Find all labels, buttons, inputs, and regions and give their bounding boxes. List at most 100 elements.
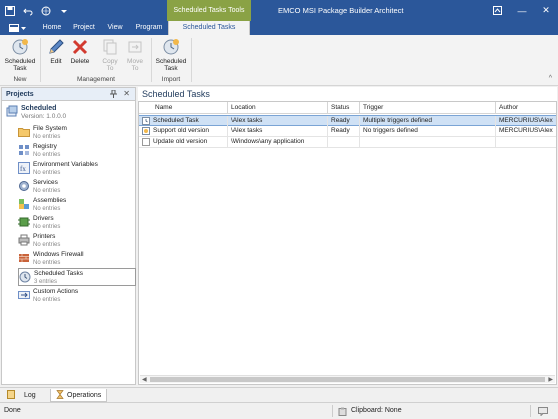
cell-author [496,137,556,147]
close-button[interactable]: ✕ [534,0,558,21]
scroll-right-icon[interactable]: ▶ [548,376,553,384]
project-icon [6,105,18,117]
project-version: Version: 1.0.0.0 [21,113,67,120]
project-root[interactable]: Scheduled Version: 1.0.0.0 [6,105,66,121]
node-title: Custom Actions [33,288,79,295]
pin-icon[interactable] [110,89,117,100]
move-to-button[interactable]: Move To [122,37,148,72]
new-scheduled-task-button[interactable]: Scheduled Task [3,37,37,72]
tab-program[interactable]: Program [132,21,166,35]
delete-button[interactable]: Delete [68,37,92,65]
column-header-name[interactable]: Name [139,102,228,114]
cell-status [328,137,360,147]
status-bar: Done Clipboard: None [0,402,558,419]
edit-label: Edit [50,58,62,65]
import-task-icon [161,37,181,57]
firewall-icon [18,252,30,264]
scheduled-tasks-grid: Name Location Status Trigger Author Sche… [138,101,557,385]
cell-name: Scheduled Task [150,116,228,126]
clipboard-icon [338,407,347,418]
group-label-management: Management [77,76,115,83]
bottom-tab-bar: Log Operations [0,387,558,402]
column-header-status[interactable]: Status [328,102,360,114]
tree-node-registry[interactable]: Registry No entries [18,142,136,160]
help-icon[interactable] [485,0,509,21]
copy-to-label: Copy To [102,58,118,72]
group-label-new: New [13,76,27,83]
horizontal-scrollbar[interactable]: ◀ ▶ [140,375,555,383]
tab-project[interactable]: Project [70,21,98,35]
node-subtitle: No entries [33,152,61,158]
tree-node-drivers[interactable]: Drivers No entries [18,214,136,232]
tree-node-printers[interactable]: Printers No entries [18,232,136,250]
node-title: Registry [33,143,57,150]
node-title: Printers [33,233,56,240]
node-subtitle: No entries [33,242,61,248]
new-task-icon [10,37,30,57]
tree-node-windows-firewall[interactable]: Windows Firewall No entries [18,250,136,268]
save-icon[interactable] [4,5,16,17]
cell-location: \Windows\any application [228,137,328,147]
environment-icon: fx [18,162,30,174]
tab-operations[interactable]: Operations [50,389,108,402]
clipboard-status: Clipboard: None [351,407,402,414]
tab-scheduled-tasks[interactable]: Scheduled Tasks [168,21,250,35]
drivers-icon [18,216,30,228]
cell-location: \Alex tasks [228,116,328,126]
tree-node-file-system[interactable]: File System No entries [18,124,136,142]
tree-node-assemblies[interactable]: Assemblies No entries [18,196,136,214]
table-row[interactable]: Support old version \Alex tasks Ready No… [139,126,556,137]
tree-node-environment-variables[interactable]: fx Environment Variables No entries [18,160,136,178]
import-scheduled-task-label: Scheduled Task [155,58,187,72]
node-subtitle: No entries [33,260,61,266]
file-menu-button[interactable] [5,22,29,34]
notification-icon[interactable] [538,407,548,418]
quick-access-toolbar [4,3,70,18]
tab-view[interactable]: View [104,21,126,35]
cell-trigger [360,137,496,147]
status-text: Done [4,407,21,414]
tree-node-scheduled-tasks[interactable]: Scheduled Tasks 3 entries [18,268,136,286]
globe-icon[interactable] [40,5,52,17]
table-row[interactable]: Scheduled Task \Alex tasks Ready Multipl… [139,115,556,126]
column-header-trigger[interactable]: Trigger [360,102,496,114]
tree-node-services[interactable]: Services No entries [18,178,136,196]
copy-to-button[interactable]: Copy To [97,37,123,72]
scroll-left-icon[interactable]: ◀ [142,376,147,384]
tree-node-custom-actions[interactable]: Custom Actions No entries [18,287,136,305]
cell-trigger: Multiple triggers defined [360,116,496,126]
ribbon-tab-row: Home Project View Program Scheduled Task… [0,21,558,35]
chevron-down-icon[interactable] [58,5,70,17]
tab-home[interactable]: Home [40,21,64,35]
cell-author: MERCURIUS\Alex [499,117,553,124]
column-header-author[interactable]: Author [496,102,556,114]
projects-pane-header: Projects ✕ [2,88,135,101]
minimize-button[interactable]: — [510,0,534,21]
node-title: File System [33,125,67,132]
tab-log-label: Log [24,392,36,399]
contextual-tools-tab: Scheduled Tasks Tools [167,0,251,21]
cell-status: Ready [328,126,360,136]
undo-icon[interactable] [22,5,34,17]
tab-log[interactable]: Log [2,389,41,402]
cell-status: Ready [328,116,360,126]
node-title: Scheduled Tasks [34,270,84,277]
column-header-location[interactable]: Location [228,102,328,114]
node-subtitle: No entries [33,206,61,212]
edit-button[interactable]: Edit [44,37,68,65]
node-subtitle: No entries [33,134,61,140]
task-icon [142,127,150,135]
node-subtitle: No entries [33,170,61,176]
title-bar: Scheduled Tasks Tools EMCO MSI Package B… [0,0,558,21]
printer-icon [18,234,30,246]
table-row[interactable]: Update old version \Windows\any applicat… [139,137,556,148]
cell-name: Update old version [150,137,228,147]
ribbon-collapse-icon[interactable]: ^ [549,75,552,82]
delete-label: Delete [70,58,90,65]
scroll-thumb[interactable] [150,377,545,382]
window-title: EMCO MSI Package Builder Architect [278,6,404,15]
pencil-icon [46,37,66,57]
import-scheduled-task-button[interactable]: Scheduled Task [154,37,188,72]
node-title: Windows Firewall [33,251,84,258]
close-pane-button[interactable]: ✕ [123,89,130,98]
